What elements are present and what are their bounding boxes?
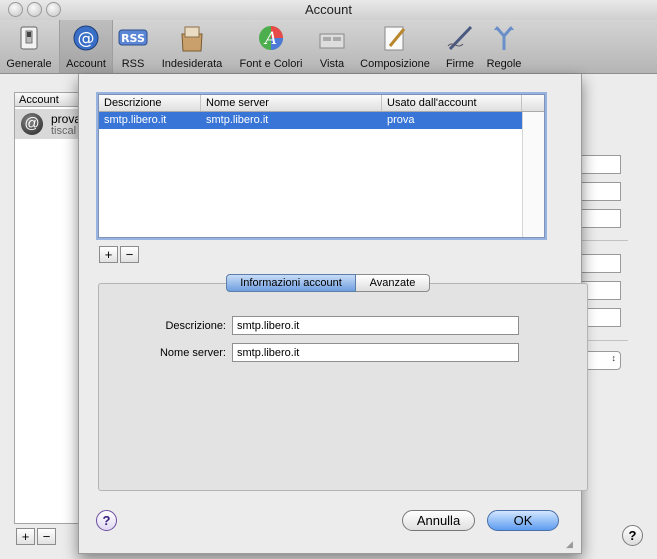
ok-button[interactable]: OK [487, 510, 559, 531]
account-at-icon: @ [21, 113, 43, 135]
toolbar-item-firme[interactable]: Firme [440, 20, 480, 73]
background-field [581, 209, 621, 228]
column-header-nome-server[interactable]: Nome server [201, 95, 382, 111]
svg-text:A: A [263, 29, 277, 49]
account-list[interactable]: Account @ prova tiscal [14, 92, 88, 524]
toolbar-item-font-colori[interactable]: A Font e Colori [232, 20, 310, 73]
toolbar-label: RSS [121, 58, 145, 70]
table-header: Descrizione Nome server Usato dall'accou… [99, 95, 544, 112]
toolbar-label: Composizione [360, 58, 430, 70]
nome-server-label: Nome server: [159, 347, 226, 359]
toolbar-item-indesiderata[interactable]: Indesiderata [156, 20, 228, 73]
cell-usato-account: prova [387, 114, 415, 126]
background-field [581, 155, 621, 174]
background-field [581, 254, 621, 273]
descrizione-field[interactable] [232, 316, 519, 335]
toolbar-label: Regole [486, 58, 522, 70]
signature-pen-icon [447, 25, 473, 51]
account-list-item[interactable]: @ prova tiscal [15, 109, 87, 139]
rules-arrows-icon [494, 26, 514, 50]
toolbar-item-generale[interactable]: Generale [2, 20, 56, 73]
column-header-usato-account[interactable]: Usato dall'account [382, 95, 522, 111]
svg-text:@: @ [78, 29, 95, 49]
sheet-help-button[interactable]: ? [96, 510, 117, 531]
smtp-server-table[interactable]: Descrizione Nome server Usato dall'accou… [98, 94, 545, 238]
add-account-button[interactable]: + [16, 528, 35, 545]
tab-informazioni-account[interactable]: Informazioni account [226, 274, 356, 292]
switch-icon [20, 26, 38, 50]
toolbar-label: Vista [319, 58, 345, 70]
rss-icon: RSS [118, 29, 148, 46]
nome-server-field[interactable] [232, 343, 519, 362]
toolbar-label: Firme [445, 58, 475, 70]
toolbar-item-vista[interactable]: Vista [313, 20, 351, 73]
background-divider [580, 240, 628, 241]
remove-account-button[interactable]: − [37, 528, 56, 545]
cell-nome-server: smtp.libero.it [206, 114, 269, 126]
font-colors-icon: A [259, 26, 283, 50]
account-list-header: Account [15, 93, 87, 107]
table-scroll-gutter [522, 112, 544, 237]
popup-arrows-icon: ↕ [611, 353, 617, 363]
toolbar-label: Font e Colori [239, 58, 303, 70]
help-button[interactable]: ? [622, 525, 643, 546]
window-title: Account [305, 2, 352, 17]
toolbar-item-rss[interactable]: RSS RSS [114, 20, 152, 73]
preferences-toolbar: Generale @ Account RSS RSS Indesiderata … [0, 20, 657, 74]
toolbar-label: Indesiderata [161, 58, 223, 70]
toolbar-label: Generale [6, 58, 52, 70]
account-name: prova [51, 112, 82, 126]
junk-mail-icon [181, 26, 203, 52]
descrizione-label: Descrizione: [165, 320, 226, 332]
smtp-servers-sheet: Descrizione Nome server Usato dall'accou… [78, 74, 588, 554]
toolbar-label: Account [66, 58, 106, 70]
resize-grip-icon[interactable]: ◢ [566, 539, 573, 550]
server-details-panel [98, 283, 588, 491]
column-header-descrizione[interactable]: Descrizione [99, 95, 201, 111]
title-bar: Account [0, 0, 657, 21]
toolbar-item-regole[interactable]: Regole [483, 20, 525, 73]
background-field [581, 182, 621, 201]
account-subtitle: tiscal [51, 125, 77, 137]
svg-text:RSS: RSS [121, 32, 145, 45]
at-sign-icon: @ [73, 25, 99, 51]
table-row[interactable]: smtp.libero.it smtp.libero.it prova [99, 112, 544, 129]
cancel-button[interactable]: Annulla [402, 510, 475, 531]
tab-avanzate[interactable]: Avanzate [356, 274, 430, 292]
toolbar-item-account[interactable]: @ Account [59, 20, 113, 73]
remove-server-button[interactable]: − [120, 246, 139, 263]
add-server-button[interactable]: + [99, 246, 118, 263]
cell-descrizione: smtp.libero.it [104, 114, 167, 126]
toolbar-item-composizione[interactable]: Composizione [355, 20, 435, 73]
compose-pencil-icon [384, 26, 406, 51]
view-icon [319, 33, 345, 49]
